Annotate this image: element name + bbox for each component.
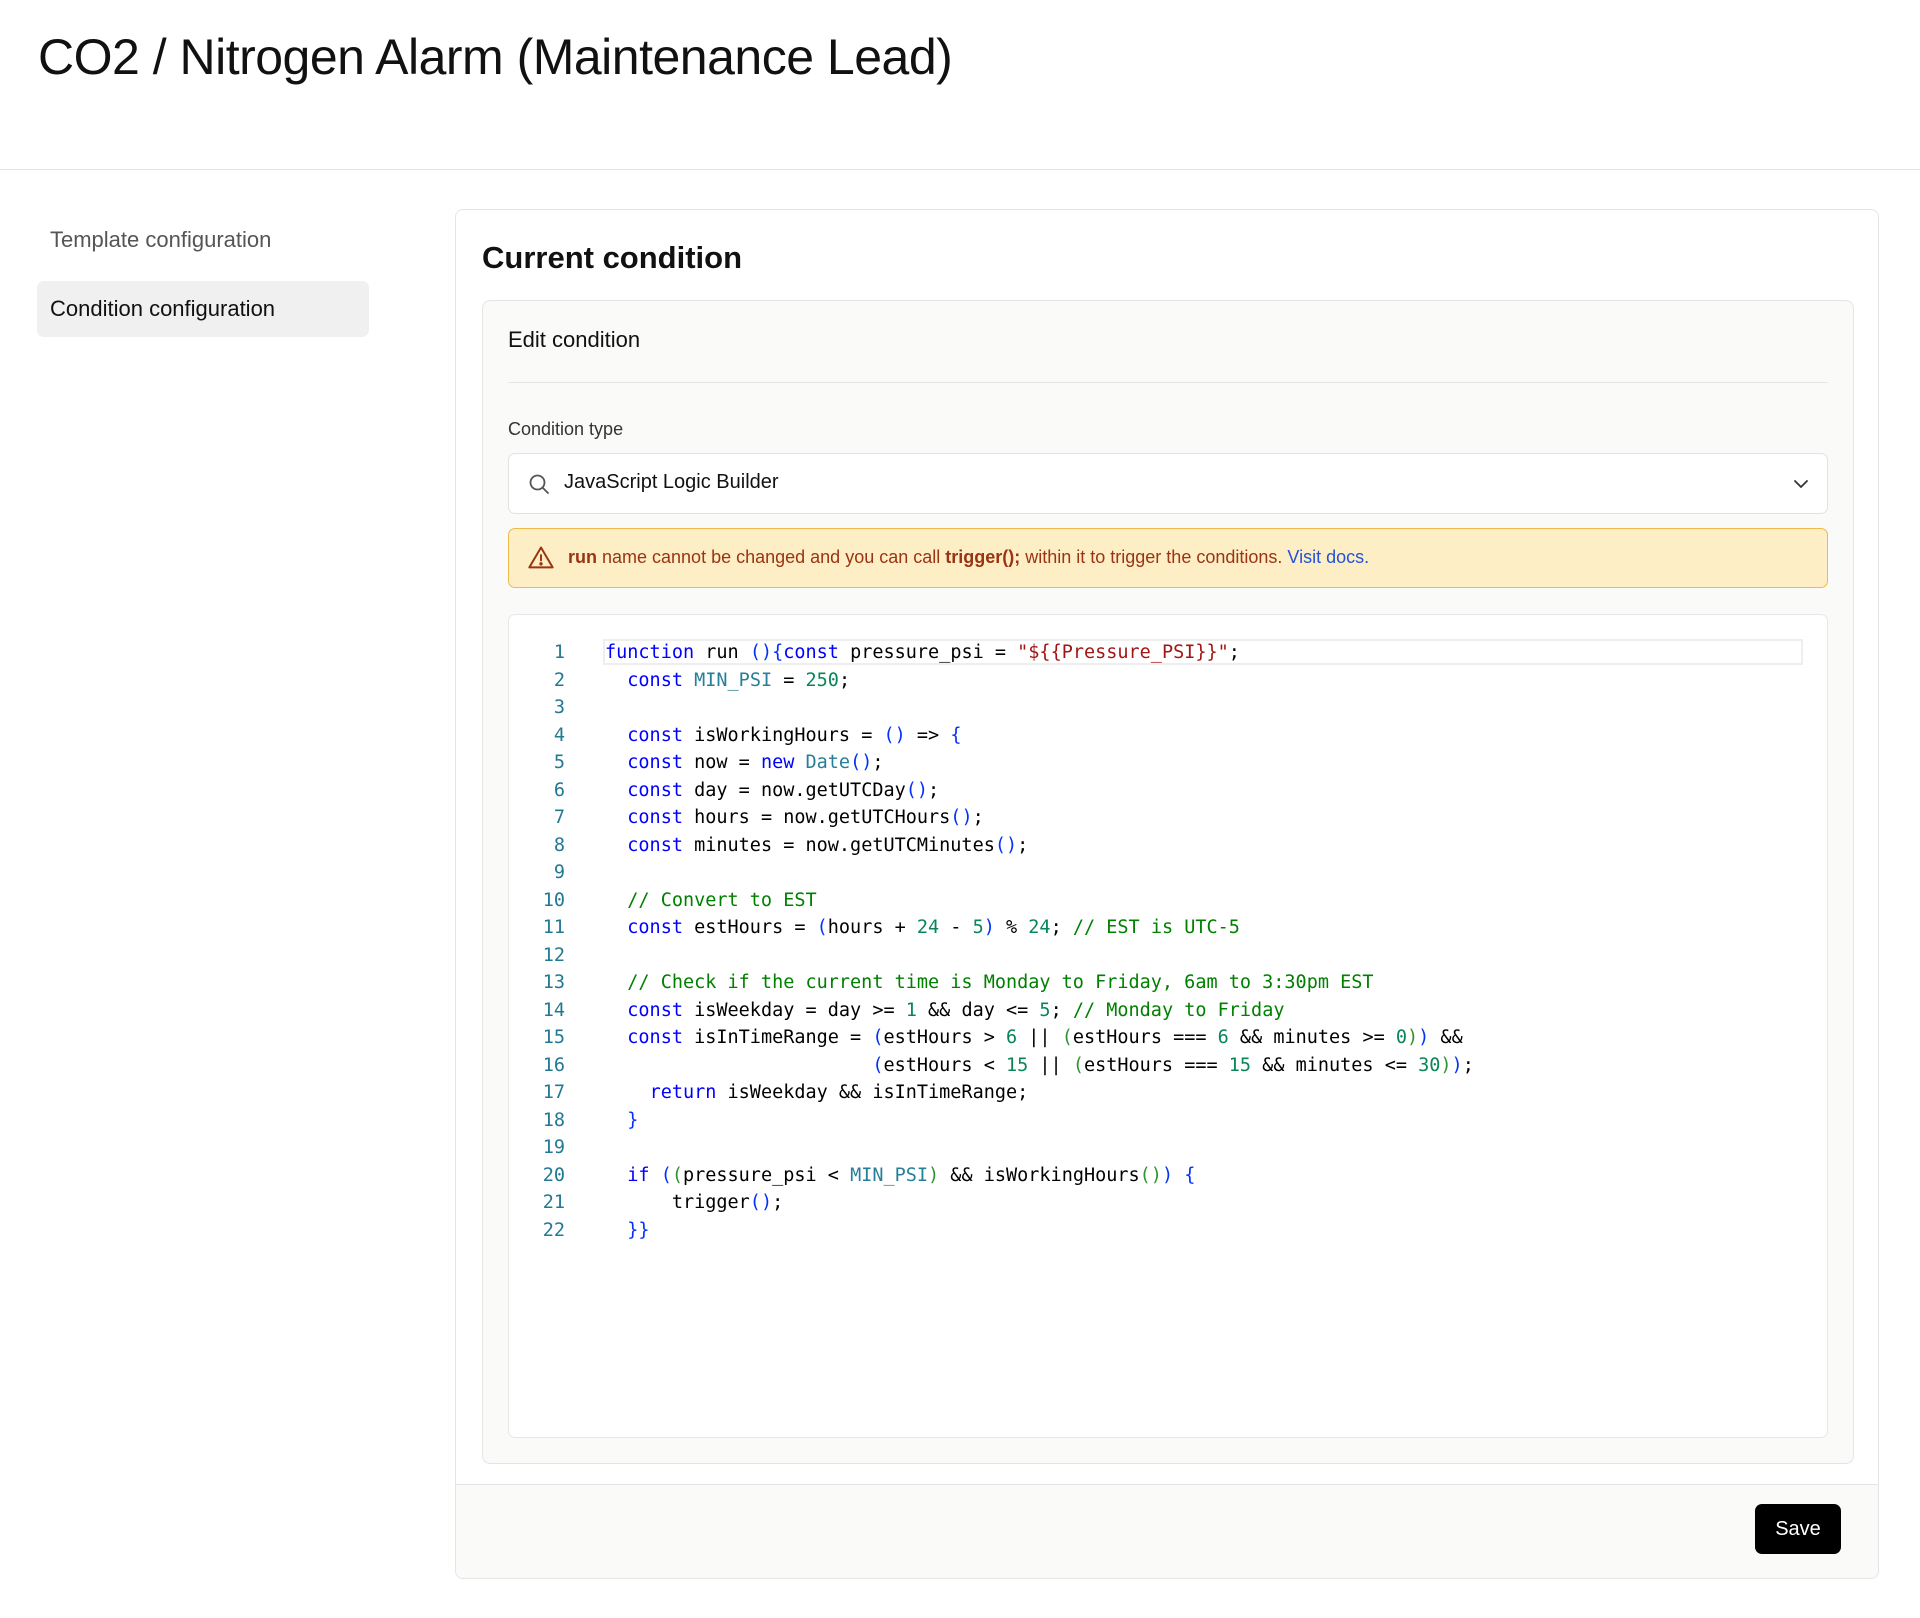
line-number: 13 [542, 972, 565, 993]
code-line: 4 const isWorkingHours = () => { [509, 722, 1827, 749]
code-line: 20 if ((pressure_psi < MIN_PSI) && isWor… [509, 1162, 1827, 1189]
line-number: 22 [542, 1219, 565, 1241]
info-alert: run name cannot be changed and you can c… [508, 528, 1828, 588]
panel-footer: Save [456, 1484, 1878, 1578]
line-number: 10 [542, 889, 565, 911]
line-number: 4 [553, 724, 565, 746]
line-number: 2 [553, 669, 565, 691]
code-text: const now = new Date(); [627, 752, 884, 773]
line-number: 9 [553, 862, 565, 883]
line-number: 8 [553, 834, 565, 856]
line-number: 3 [553, 697, 565, 718]
line-number: 1 [553, 642, 565, 663]
page-title: CO2 / Nitrogen Alarm (Maintenance Lead) [38, 29, 953, 85]
panel-title: Current condition [482, 240, 743, 275]
line-number: 19 [542, 1137, 565, 1158]
code-text: } [627, 1109, 639, 1131]
code-text: // Convert to EST [627, 889, 817, 911]
divider [508, 382, 1828, 383]
code-line: 17 return isWeekday && isInTimeRange; [509, 1079, 1827, 1106]
line-number: 12 [542, 944, 565, 966]
code-line: 5 const now = new Date(); [509, 749, 1827, 776]
code-text: if ((pressure_psi < MIN_PSI) && isWorkin… [627, 1164, 1196, 1186]
visit-docs-link[interactable]: Visit docs [1287, 547, 1364, 567]
alert-message: run name cannot be changed and you can c… [568, 547, 1369, 568]
code-text: const day = now.getUTCDay(); [627, 779, 940, 801]
code-text: (estHours < 15 || (estHours === 15 && mi… [872, 1054, 1474, 1076]
code-line: 18 } [509, 1107, 1827, 1134]
code-line: 15 const isInTimeRange = (estHours > 6 |… [509, 1024, 1827, 1051]
chevron-down-icon[interactable] [1789, 472, 1813, 496]
code-line: 3 [509, 694, 1827, 721]
code-line: 1 function run (){const pressure_psi = "$… [509, 639, 1827, 666]
line-number: 15 [542, 1027, 565, 1048]
code-line: 2 const MIN_PSI = 250; [509, 667, 1827, 694]
line-number: 20 [542, 1164, 565, 1186]
code-text: const minutes = now.getUTCMinutes(); [627, 834, 1029, 856]
code-text: const isWeekday = day >= 1 && day <= 5; … [627, 999, 1285, 1021]
code-text: const MIN_PSI = 250; [627, 669, 851, 691]
condition-type-select[interactable]: JavaScript Logic Builder [508, 453, 1828, 514]
warning-triangle-icon [528, 546, 554, 569]
code-text: function run (){const pressure_psi = "${… [605, 642, 1240, 663]
alert-run-keyword: run [568, 547, 597, 567]
code-text: return isWeekday && isInTimeRange; [649, 1082, 1029, 1103]
edit-condition-card: Edit condition Condition type JavaScript… [482, 300, 1854, 1464]
save-button[interactable]: Save [1755, 1504, 1841, 1554]
line-number: 18 [542, 1109, 565, 1131]
alert-trigger-keyword: trigger(); [945, 547, 1021, 567]
code-text: const isInTimeRange = (estHours > 6 || (… [627, 1027, 1463, 1048]
sidebar-item-template-configuration[interactable]: Template configuration [37, 212, 369, 268]
condition-panel: Current condition Edit condition Conditi… [455, 209, 1879, 1579]
line-number: 16 [542, 1054, 565, 1076]
code-line: 16 (estHours < 15 || (estHours === 15 &&… [509, 1052, 1827, 1079]
code-line: 6 const day = now.getUTCDay(); [509, 777, 1827, 804]
code-line: 13 // Check if the current time is Monda… [509, 969, 1827, 996]
code-line: 7 const hours = now.getUTCHours(); [509, 804, 1827, 831]
alert-period: . [1364, 547, 1370, 567]
code-text: const isWorkingHours = () => { [627, 724, 962, 746]
line-number: 14 [542, 999, 565, 1021]
code-line: 19 [509, 1134, 1827, 1161]
edit-condition-header: Edit condition [508, 327, 641, 352]
line-number: 11 [542, 917, 565, 938]
code-line: 12 [509, 942, 1827, 969]
line-number: 6 [553, 779, 565, 801]
sidebar-item-condition-configuration[interactable]: Condition configuration [37, 281, 369, 337]
code-line: 8 const minutes = now.getUTCMinutes(); [509, 832, 1827, 859]
sidebar: Template configuration Condition configu… [37, 212, 369, 350]
code-text: trigger(); [605, 1192, 784, 1213]
condition-type-value: JavaScript Logic Builder [564, 471, 779, 493]
code-line: 22 }} [509, 1217, 1827, 1244]
code-editor[interactable]: 1 function run (){const pressure_psi = "$… [508, 614, 1828, 1438]
code-line: 9 [509, 859, 1827, 886]
code-line: 21 trigger(); [509, 1189, 1827, 1216]
line-number: 21 [542, 1192, 565, 1213]
line-number: 5 [553, 752, 565, 773]
page-header: CO2 / Nitrogen Alarm (Maintenance Lead) [0, 0, 1920, 170]
alert-text-part1: name cannot be changed and you can call [597, 547, 946, 567]
code-text: const estHours = (hours + 24 - 5) % 24; … [627, 917, 1240, 938]
code-text: const hours = now.getUTCHours(); [627, 807, 984, 828]
alert-text-part2: within it to trigger the conditions. [1020, 547, 1288, 567]
code-text: // Check if the current time is Monday t… [627, 972, 1374, 993]
code-line: 14 const isWeekday = day >= 1 && day <= … [509, 997, 1827, 1024]
search-icon [529, 474, 549, 494]
code-line: 10 // Convert to EST [509, 887, 1827, 914]
code-text: }} [627, 1219, 650, 1241]
line-number: 7 [553, 807, 565, 828]
code-line: 11 const estHours = (hours + 24 - 5) % 2… [509, 914, 1827, 941]
line-number: 17 [542, 1082, 565, 1103]
condition-type-label: Condition type [508, 419, 624, 439]
